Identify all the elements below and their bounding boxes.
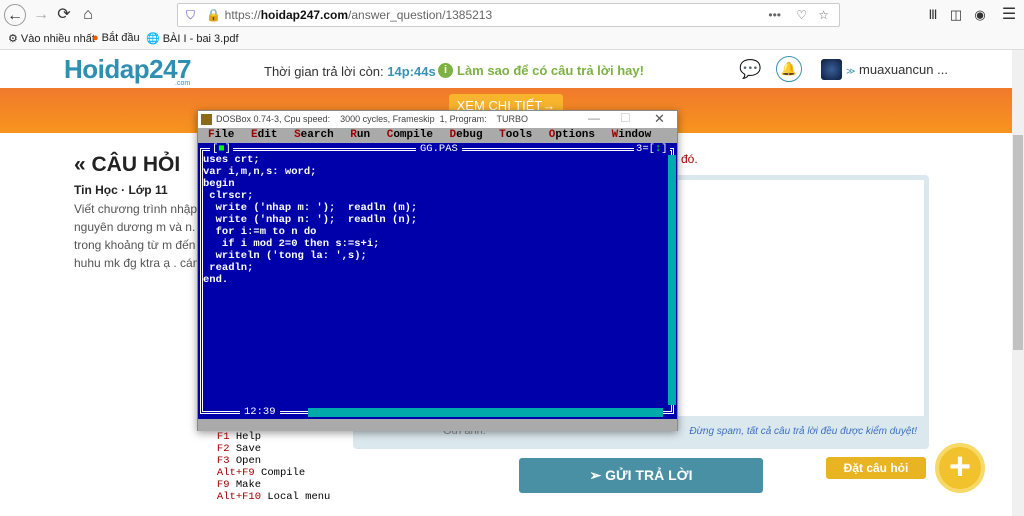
- status-save[interactable]: F2 Save: [211, 443, 261, 455]
- info-icon: i: [438, 63, 453, 78]
- scrollbar-thumb[interactable]: [1013, 135, 1023, 350]
- chevron-down-icon: ≫: [846, 66, 856, 76]
- bell-icon[interactable]: 🔔: [776, 56, 802, 82]
- question-line: Viết chương trình nhập: [74, 202, 198, 216]
- bookmark-label: Bắt đầu: [101, 32, 140, 44]
- tip-link[interactable]: i Làm sao để có câu trả lời hay!: [438, 63, 644, 78]
- reload-button[interactable]: ⟳: [53, 4, 75, 26]
- question-line: trong khoảng từ m đến: [74, 238, 196, 252]
- horizontal-scrollbar[interactable]: [308, 408, 663, 417]
- timer-value: 14p:44s: [387, 64, 436, 79]
- firefox-icon: ●: [92, 32, 99, 44]
- status-open[interactable]: F3 Open: [211, 455, 261, 467]
- lock-icon: 🔒: [206, 8, 222, 22]
- site-header: Hoidap247 .com Thời gian trả lời còn: 14…: [0, 50, 1012, 88]
- browser-toolbar: ← → ⟳ ⌂ ⛉ 🔒 https://hoidap247.com/answer…: [0, 0, 1024, 30]
- editor-window[interactable]: [■] GG.PAS 3=[↕] uses crt; var i,m,n,s: …: [198, 143, 677, 419]
- turbo-status-bar: F1 Help F2 Save F3 Open Alt+F9 Compile F…: [198, 419, 677, 503]
- dosbox-icon: [201, 114, 212, 125]
- status-help[interactable]: F1 Help: [211, 431, 261, 443]
- pocket-icon[interactable]: ♡: [796, 4, 807, 26]
- bookmark-label: BÀI I - bai 3.pdf: [162, 32, 239, 45]
- bookmark-pdf[interactable]: 🌐 BÀI I - bai 3.pdf: [146, 32, 239, 46]
- question-subject: Tin Học · Lớp 11: [74, 183, 168, 197]
- library-icon[interactable]: Ⅲ: [922, 4, 944, 26]
- chat-icon[interactable]: 💬: [739, 59, 761, 80]
- menu-icon[interactable]: ☰: [998, 4, 1020, 26]
- ask-question-label[interactable]: Đặt câu hỏi: [826, 457, 926, 479]
- window-number-text: 3: [636, 143, 643, 155]
- spam-warning: Đừng spam, tất cả câu trả lời đều được k…: [689, 426, 917, 437]
- window-number[interactable]: 3=[↕]: [634, 143, 670, 155]
- url-bar[interactable]: ⛉ 🔒 https://hoidap247.com/answer_questio…: [177, 3, 840, 27]
- account-icon[interactable]: ◉: [969, 4, 991, 26]
- bookmark-getting-started[interactable]: ● Bắt đầu: [92, 32, 140, 44]
- question-line: nguyên dương m và n. T: [74, 220, 206, 234]
- cursor-position: 12:39: [240, 406, 280, 418]
- globe-icon: 🌐: [146, 33, 160, 45]
- code-text[interactable]: uses crt; var i,m,n,s: word; begin clrsc…: [203, 154, 417, 286]
- star-icon[interactable]: ☆: [818, 4, 829, 26]
- username: muaxuancun ...: [859, 62, 948, 77]
- url-path: /answer_question/1385213: [348, 8, 493, 22]
- forward-button[interactable]: →: [30, 4, 52, 26]
- page-title: « CÂU HỎI: [74, 153, 181, 176]
- ask-question-plus-button[interactable]: +: [935, 443, 985, 493]
- menu-debug[interactable]: Debug: [450, 129, 483, 141]
- question-text: Viết chương trình nhập nguyên dương m và…: [74, 200, 206, 272]
- home-button[interactable]: ⌂: [77, 4, 99, 26]
- question-line: huhu mk đg ktra ạ . cám: [74, 256, 203, 270]
- url-prefix: https://: [224, 8, 261, 22]
- status-local-menu[interactable]: Alt+F10 Local menu: [211, 491, 330, 503]
- bookmarks-bar: ⚙ Vào nhiều nhất ● Bắt đầu 🌐 BÀI I - bai 3.…: [0, 30, 1024, 50]
- menu-file[interactable]: File: [208, 129, 234, 141]
- minimize-button[interactable]: —: [588, 111, 600, 125]
- user-menu[interactable]: ≫ muaxuancun ...: [846, 62, 948, 77]
- submit-label: GỬI TRẢ LỜI: [605, 467, 693, 483]
- gear-icon: ⚙: [8, 33, 18, 45]
- maximize-button[interactable]: ☐: [620, 111, 631, 125]
- turbo-menu-bar: File Edit Search Run Compile Debug Tools…: [198, 128, 677, 156]
- url-host: hoidap247.com: [260, 8, 349, 22]
- timer-label: Thời gian trả lời còn:: [264, 64, 384, 79]
- shield-icon: ⛉: [186, 8, 196, 22]
- bookmark-label: Vào nhiều nhất: [20, 32, 95, 45]
- submit-answer-button[interactable]: ➢ GỬI TRẢ LỜI: [519, 458, 763, 493]
- menu-tools[interactable]: Tools: [499, 129, 532, 141]
- menu-edit[interactable]: Edit: [251, 129, 277, 141]
- menu-search[interactable]: Search: [294, 129, 334, 141]
- status-make[interactable]: F9 Make: [211, 479, 261, 491]
- logo-sub: .com: [175, 80, 191, 87]
- menu-options[interactable]: Options: [549, 129, 595, 141]
- menu-compile[interactable]: Compile: [387, 129, 433, 141]
- dosbox-window[interactable]: DOSBox 0.74-3, Cpu speed: 3000 cycles, F…: [197, 110, 678, 503]
- status-compile[interactable]: Alt+F9 Compile: [211, 467, 305, 479]
- vertical-scrollbar[interactable]: [668, 155, 676, 405]
- editor-filename: GG.PAS: [416, 143, 462, 155]
- close-button[interactable]: ✕: [654, 111, 665, 127]
- dosbox-title: DOSBox 0.74-3, Cpu speed: 3000 cycles, F…: [216, 114, 528, 124]
- back-button[interactable]: ←: [4, 4, 26, 26]
- tip-text: Làm sao để có câu trả lời hay!: [457, 63, 644, 78]
- site-logo[interactable]: Hoidap247: [64, 54, 192, 85]
- bookmark-most-visited[interactable]: ⚙ Vào nhiều nhất: [8, 32, 95, 46]
- sidebar-icon[interactable]: ◫: [945, 4, 967, 26]
- question-side-text: đó.: [681, 152, 698, 166]
- more-icon[interactable]: •••: [768, 4, 781, 26]
- send-icon: ➢: [589, 467, 602, 483]
- avatar[interactable]: [821, 59, 842, 80]
- menu-run[interactable]: Run: [350, 129, 370, 141]
- menu-window[interactable]: Window: [612, 129, 652, 141]
